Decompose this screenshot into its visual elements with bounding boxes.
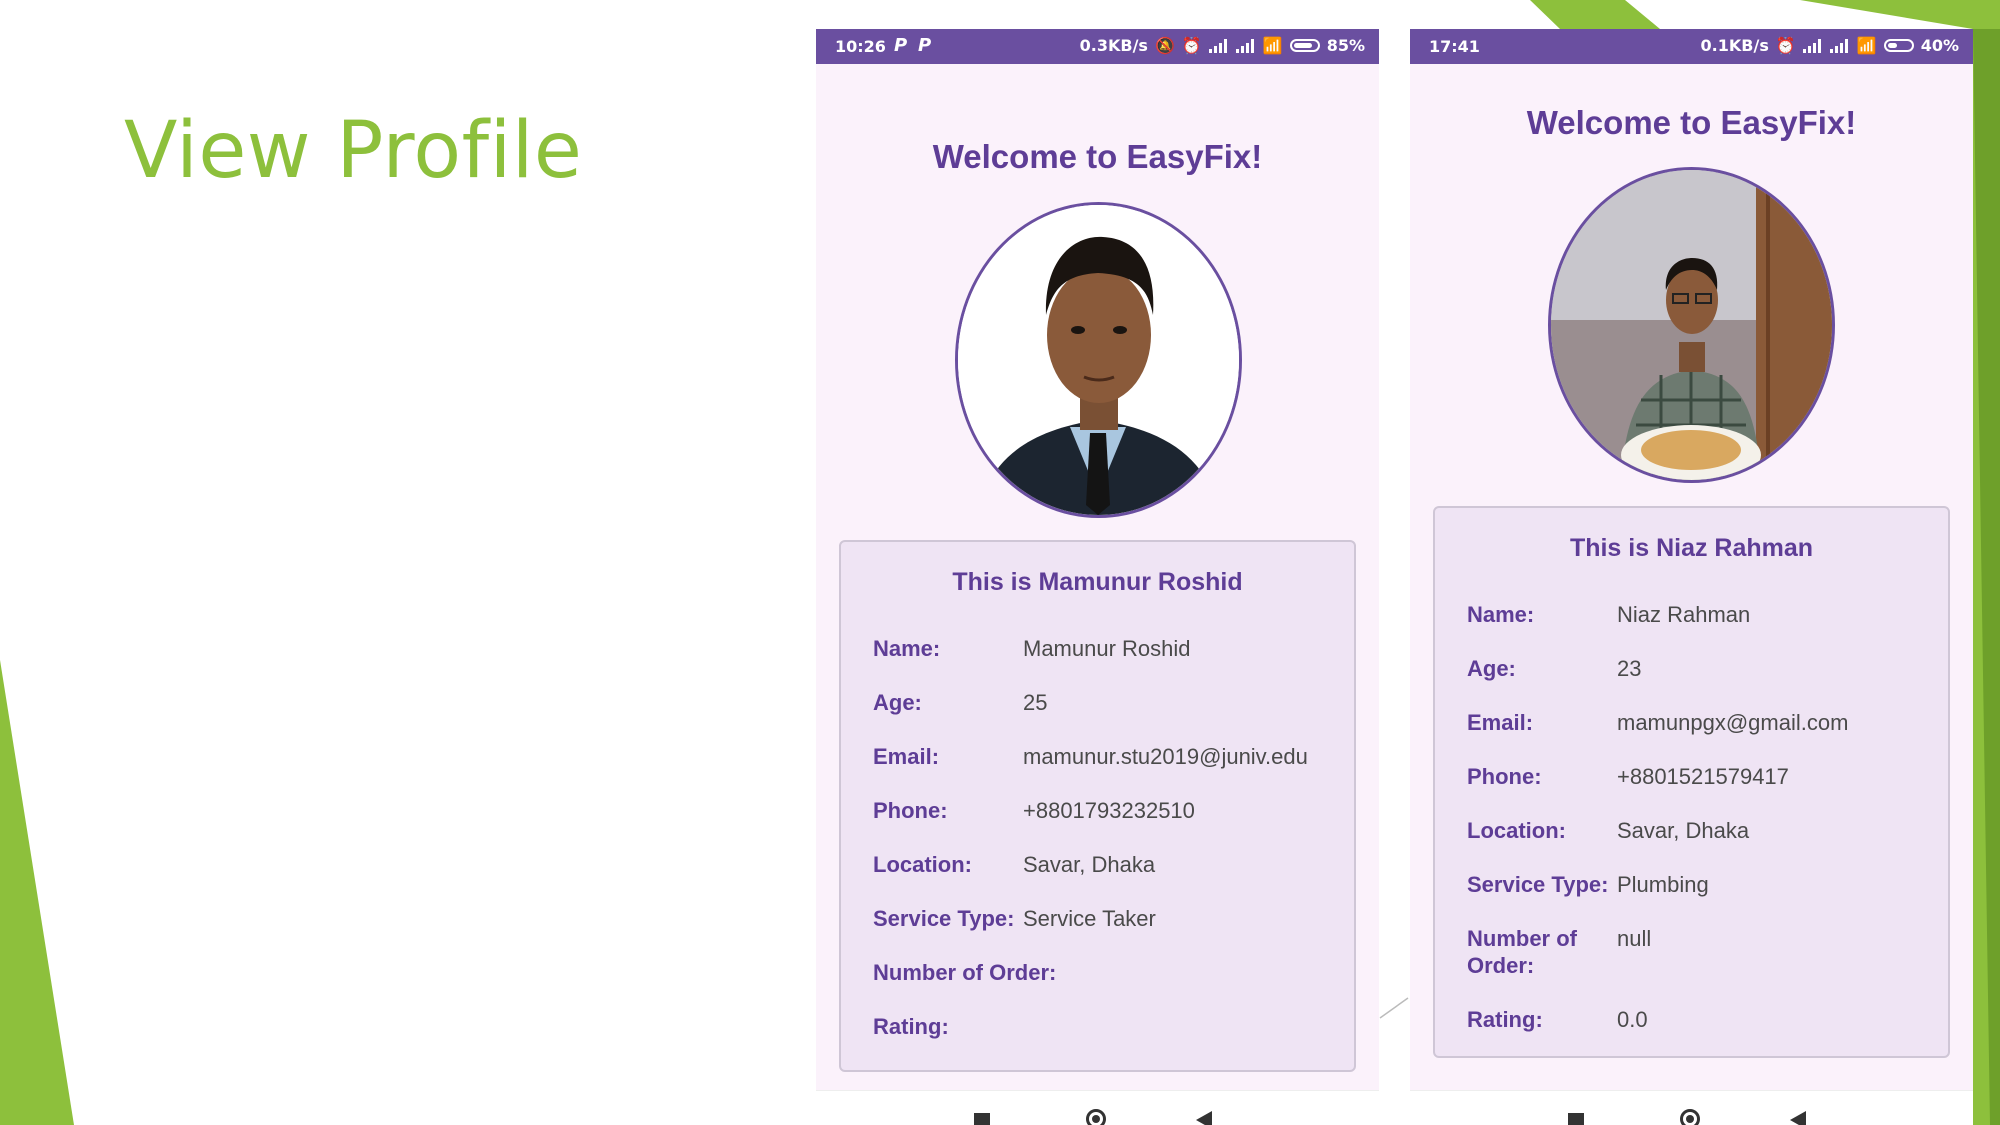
status-time: 10:26 <box>835 37 886 56</box>
recents-button[interactable] <box>974 1113 990 1125</box>
field-value: +8801793232510 <box>1023 798 1195 823</box>
field-label: Name: <box>873 636 941 661</box>
status-time: 17:41 <box>1429 37 1480 56</box>
back-button[interactable] <box>1196 1111 1212 1125</box>
battery-charging-icon <box>1289 39 1320 52</box>
field-value: Service Taker <box>1023 906 1156 931</box>
phone-screen-1: 10:26 P P 0.3KB/s 🔕 ⏰ 📶 85% Welcome to E… <box>816 29 1379 1125</box>
welcome-heading: Welcome to EasyFix! <box>932 138 1263 175</box>
field-value: Savar, Dhaka <box>1617 818 1750 843</box>
parking-notification-icon: P <box>894 35 908 56</box>
network-speed: 0.1KB/s <box>1700 36 1769 55</box>
field-label: Name: <box>1467 602 1535 627</box>
android-nav-bar <box>1410 1090 1973 1125</box>
field-label: Email: <box>873 744 940 769</box>
field-value: 23 <box>1617 656 1642 681</box>
welcome-heading: Welcome to EasyFix! <box>1526 104 1857 141</box>
field-value: Savar, Dhaka <box>1023 852 1156 877</box>
profile-card: This is Niaz Rahman Name: Niaz Rahman Ag… <box>1433 506 1950 1058</box>
alarm-icon: ⏰ <box>1775 36 1796 55</box>
field-label: Age: <box>1467 656 1516 681</box>
field-value: Plumbing <box>1617 872 1709 897</box>
field-label: Location: <box>1467 818 1566 843</box>
field-value: +8801521579417 <box>1617 764 1789 789</box>
home-button[interactable] <box>1086 1109 1106 1125</box>
mute-bell-icon: 🔕 <box>1154 36 1175 55</box>
field-value: Mamunur Roshid <box>1023 636 1191 661</box>
field-label: Rating: <box>1467 1007 1543 1032</box>
phone-screen-2: 17:41 0.1KB/s ⏰ 📶 40% Welcome to EasyFix… <box>1410 29 1973 1125</box>
recents-button[interactable] <box>1568 1113 1584 1125</box>
field-label: Service Type: <box>1467 872 1609 897</box>
network-speed: 0.3KB/s <box>1079 36 1148 55</box>
home-button[interactable] <box>1680 1109 1700 1125</box>
profile-card: This is Mamunur Roshid Name: Mamunur Ros… <box>839 540 1356 1072</box>
field-value: null <box>1617 926 1652 951</box>
field-label: Number of Order: <box>873 960 1057 985</box>
status-bar: 10:26 P P 0.3KB/s 🔕 ⏰ 📶 85% <box>816 29 1379 64</box>
profile-photo <box>1548 167 1835 483</box>
field-label: Rating: <box>873 1014 949 1039</box>
field-value: 0.0 <box>1617 1007 1648 1032</box>
battery-percent: 40% <box>1920 36 1959 55</box>
field-value: mamunur.stu2019@juniv.edu <box>1023 744 1308 769</box>
signal-icon <box>1802 38 1823 53</box>
battery-percent: 85% <box>1326 36 1365 55</box>
signal-icon <box>1208 38 1229 53</box>
field-value: 25 <box>1023 690 1048 715</box>
field-value: Niaz Rahman <box>1617 602 1751 627</box>
field-label: Phone: <box>1467 764 1542 789</box>
alarm-icon: ⏰ <box>1181 36 1202 55</box>
back-button[interactable] <box>1790 1111 1806 1125</box>
field-value: mamunpgx@gmail.com <box>1617 710 1849 735</box>
parking-notification-icon: P <box>918 35 932 56</box>
field-label: Email: <box>1467 710 1534 735</box>
field-label: Service Type: <box>873 906 1015 931</box>
profile-card-title: This is Mamunur Roshid <box>952 568 1243 596</box>
field-label: Age: <box>873 690 922 715</box>
android-nav-bar <box>816 1090 1379 1125</box>
battery-icon <box>1883 39 1914 52</box>
field-label: Location: <box>873 852 972 877</box>
profile-card-title: This is Niaz Rahman <box>1569 534 1814 562</box>
slide-title: View Profile <box>124 106 583 196</box>
signal-icon <box>1235 38 1256 53</box>
field-label: Number of Order: <box>1467 926 1577 978</box>
wifi-icon: 📶 <box>1856 36 1877 55</box>
signal-icon <box>1829 38 1850 53</box>
field-label: Phone: <box>873 798 948 823</box>
wifi-icon: 📶 <box>1262 36 1283 55</box>
profile-photo <box>955 202 1242 518</box>
status-bar: 17:41 0.1KB/s ⏰ 📶 40% <box>1410 29 1973 64</box>
